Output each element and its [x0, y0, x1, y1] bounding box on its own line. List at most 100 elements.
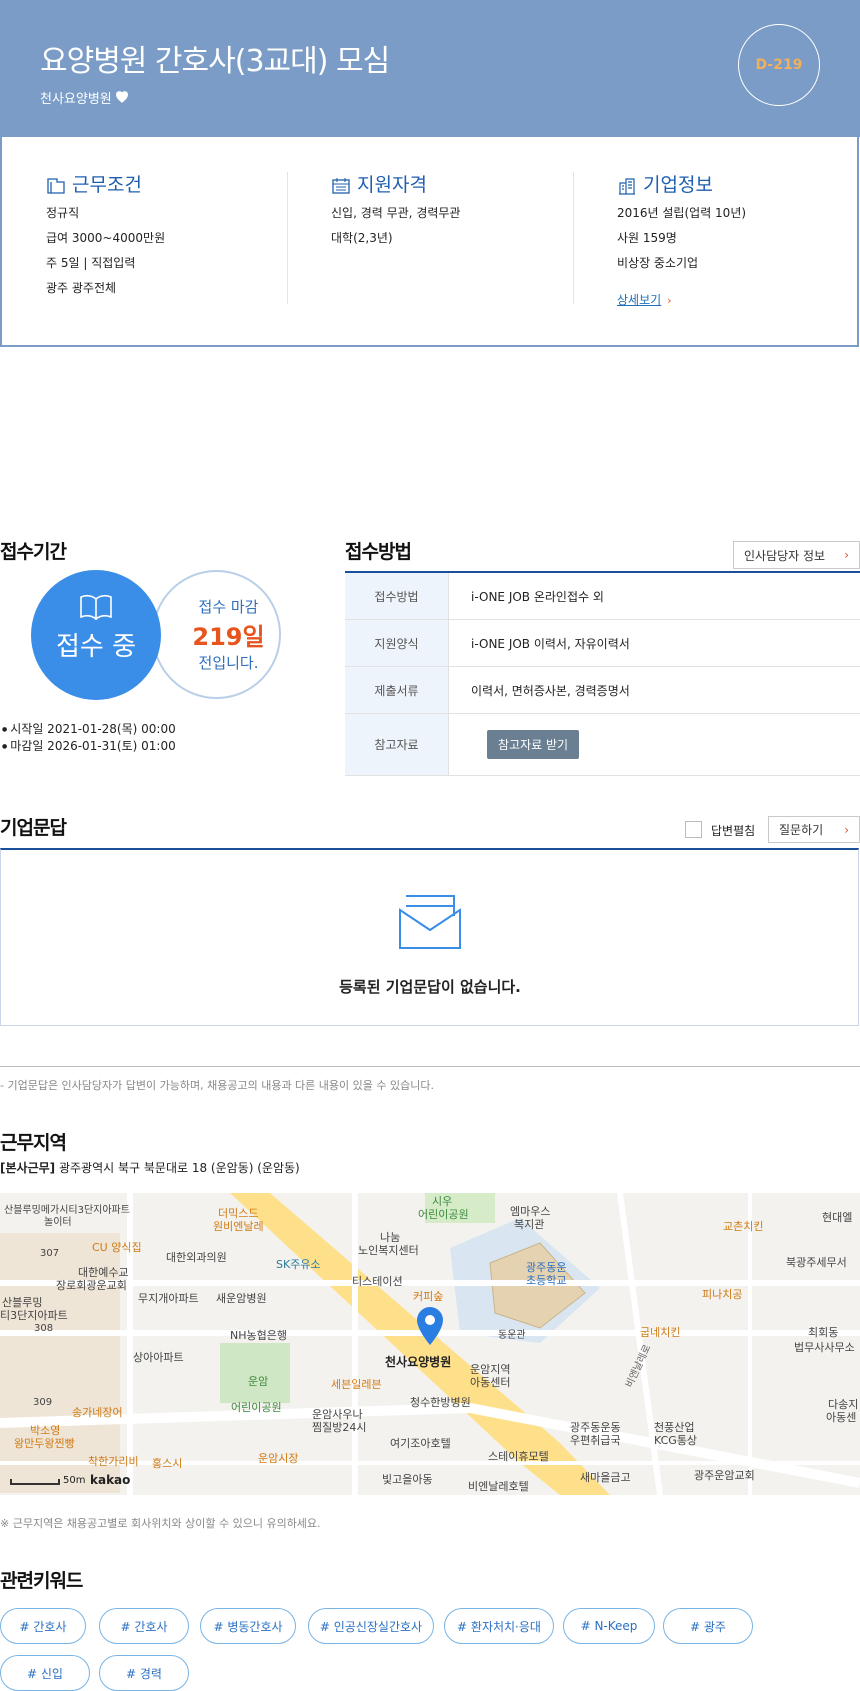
map-label: SK주유소: [276, 1258, 321, 1271]
ask-question-button[interactable]: 질문하기 ›: [768, 816, 860, 843]
conditions-line: 급여 3000~4000만원: [46, 231, 166, 245]
conditions-line: 정규직: [46, 206, 80, 220]
keyword-tag[interactable]: # 인공신장실간호사: [308, 1608, 434, 1644]
company-info-section: 기업정보: [617, 170, 713, 197]
map-label: 동운관: [498, 1330, 526, 1341]
map-label: 북광주세무서: [786, 1256, 847, 1269]
map-label: 세븐일레븐: [331, 1378, 382, 1391]
map-label: 빛고을아동: [382, 1473, 433, 1486]
method-table: 접수방법 i-ONE JOB 온라인접수 외 지원양식 i-ONE JOB 이력서,…: [345, 571, 860, 776]
building-icon: [619, 177, 635, 195]
company-detail-link[interactable]: 상세보기 ›: [617, 289, 672, 308]
map-label: 청수한방병원: [410, 1396, 471, 1409]
map-label: 308: [34, 1323, 54, 1334]
table-row: 접수방법 i-ONE JOB 온라인접수 외: [345, 573, 860, 620]
flag-icon: [47, 177, 65, 194]
conditions-section: 근무조건: [46, 170, 142, 197]
chevron-right-icon: ›: [667, 294, 672, 307]
deadline-suffix: 전입니다.: [198, 654, 259, 672]
keyword-tag[interactable]: # 환자처치·응대: [444, 1608, 554, 1644]
map-label: 상아아파트: [133, 1351, 184, 1364]
divider: [573, 172, 574, 304]
row-label: 접수방법: [345, 573, 449, 619]
keyword-tag[interactable]: # N-Keep: [563, 1608, 655, 1644]
period-title: 접수기간: [0, 541, 67, 563]
map-label: 장로회광운교회: [56, 1279, 127, 1292]
row-label: 제출서류: [345, 667, 449, 713]
company-name[interactable]: 천사요양병원: [40, 88, 112, 107]
map-label: 비엔날레호텔: [468, 1480, 529, 1493]
map-label: 어린이공원: [418, 1208, 469, 1221]
dday-badge: D-219: [738, 24, 820, 106]
divider: [287, 172, 288, 304]
chevron-right-icon: ›: [844, 822, 849, 837]
heart-icon[interactable]: [113, 87, 131, 105]
map-label: 새운암병원: [216, 1292, 267, 1305]
start-date: ● 시작일 2021-01-28(목) 00:00: [2, 722, 176, 736]
conditions-title: 근무조건: [46, 170, 142, 197]
deadline-label: 접수 마감: [198, 598, 259, 616]
chevron-right-icon: ›: [844, 548, 849, 562]
table-row: 제출서류 이력서, 면허증사본, 경력증명서: [345, 667, 860, 714]
map-label: 홍스시: [152, 1457, 183, 1470]
row-value: i-ONE JOB 이력서, 자유이력서: [471, 636, 630, 651]
method-title: 접수방법: [345, 541, 412, 563]
envelope-icon: [399, 895, 461, 949]
keyword-tag[interactable]: # 신입: [0, 1655, 90, 1691]
row-value: i-ONE JOB 온라인접수 외: [471, 589, 604, 604]
map-pin-icon[interactable]: [416, 1306, 444, 1346]
row-value: 참고자료 받기: [449, 714, 860, 775]
keyword-tag[interactable]: # 경력: [99, 1655, 189, 1691]
map-label: 무지개아파트: [138, 1292, 199, 1305]
qualifications-title: 지원자격: [331, 170, 427, 197]
map-scale-label: 50m: [63, 1475, 86, 1486]
hr-info-button[interactable]: 인사담당자 정보 ›: [733, 541, 860, 569]
table-row: 참고자료 참고자료 받기: [345, 714, 860, 776]
row-label: 참고자료: [345, 714, 449, 775]
book-icon: [80, 594, 112, 621]
map-label: 여기조아호텔: [390, 1437, 451, 1450]
map-label: 노인복지센터: [358, 1244, 419, 1257]
map-label: 복지관: [514, 1218, 545, 1231]
map-label: 운암: [248, 1375, 269, 1388]
map-label: KCG통상: [654, 1434, 698, 1447]
map-label: 원비엔날레: [213, 1220, 264, 1233]
map-label: 티스테이션: [352, 1275, 403, 1288]
keyword-tag[interactable]: # 간호사: [0, 1608, 86, 1644]
map-label: 아동센터: [470, 1376, 511, 1389]
download-reference-button[interactable]: 참고자료 받기: [487, 730, 580, 759]
map-label: 왕만두왕찐빵: [14, 1437, 75, 1450]
keyword-tag[interactable]: # 간호사: [99, 1608, 189, 1644]
map-label: 착한가리비: [88, 1455, 139, 1468]
map-label: 현대엘: [822, 1211, 853, 1224]
location-address: [본사근무] 광주광역시 북구 북문대로 18 (운암동) (운암동): [0, 1161, 300, 1175]
company-info-line: 비상장 중소기업: [617, 256, 699, 270]
company-info-line: 2016년 설립(업력 10년): [617, 206, 747, 220]
keyword-tag[interactable]: # 광주: [663, 1608, 753, 1644]
conditions-line: 광주 광주전체: [46, 281, 117, 295]
map-label: 굽네치킨: [640, 1326, 681, 1339]
table-row: 지원양식 i-ONE JOB 이력서, 자유이력서: [345, 620, 860, 667]
keyword-tag[interactable]: # 병동간호사: [200, 1608, 296, 1644]
divider: [0, 1066, 860, 1067]
map-scale-bar: [10, 1479, 60, 1485]
location-map[interactable]: 산블루밍메가시티3단지아파트 놀이터 더믹스드 원비엔날레 시우 어린이공원 엠…: [0, 1193, 860, 1495]
expand-answers-checkbox[interactable]: [685, 821, 702, 838]
map-label: 우편취급국: [570, 1434, 621, 1447]
map-label: 스테이휴모텔: [488, 1450, 549, 1463]
conditions-line: 주 5일 | 직접입력: [46, 256, 136, 270]
row-value: 이력서, 면허증사본, 경력증명서: [471, 683, 630, 698]
company-info-line: 사원 159명: [617, 231, 677, 245]
deadline-circle: 접수 마감 219일 전입니다.: [152, 570, 281, 699]
map-label: 아동센: [826, 1411, 857, 1424]
kakao-logo: kakao: [90, 1473, 131, 1487]
map-label: 법무사사무소: [794, 1341, 855, 1354]
map-label: 찜질방24시: [312, 1421, 367, 1434]
location-note: ※ 근무지역은 채용공고별로 회사위치와 상이할 수 있으니 유의하세요.: [0, 1517, 321, 1530]
map-label: 어린이공원: [231, 1401, 282, 1414]
job-title: 요양병원 간호사(3교대) 모심: [40, 44, 390, 79]
map-marker-label: 천사요양병원: [385, 1355, 452, 1369]
qualification-line: 신입, 경력 무관, 경력무관: [331, 206, 461, 220]
map-label: 새마을금고: [580, 1471, 631, 1484]
company-info-title: 기업정보: [617, 170, 713, 197]
